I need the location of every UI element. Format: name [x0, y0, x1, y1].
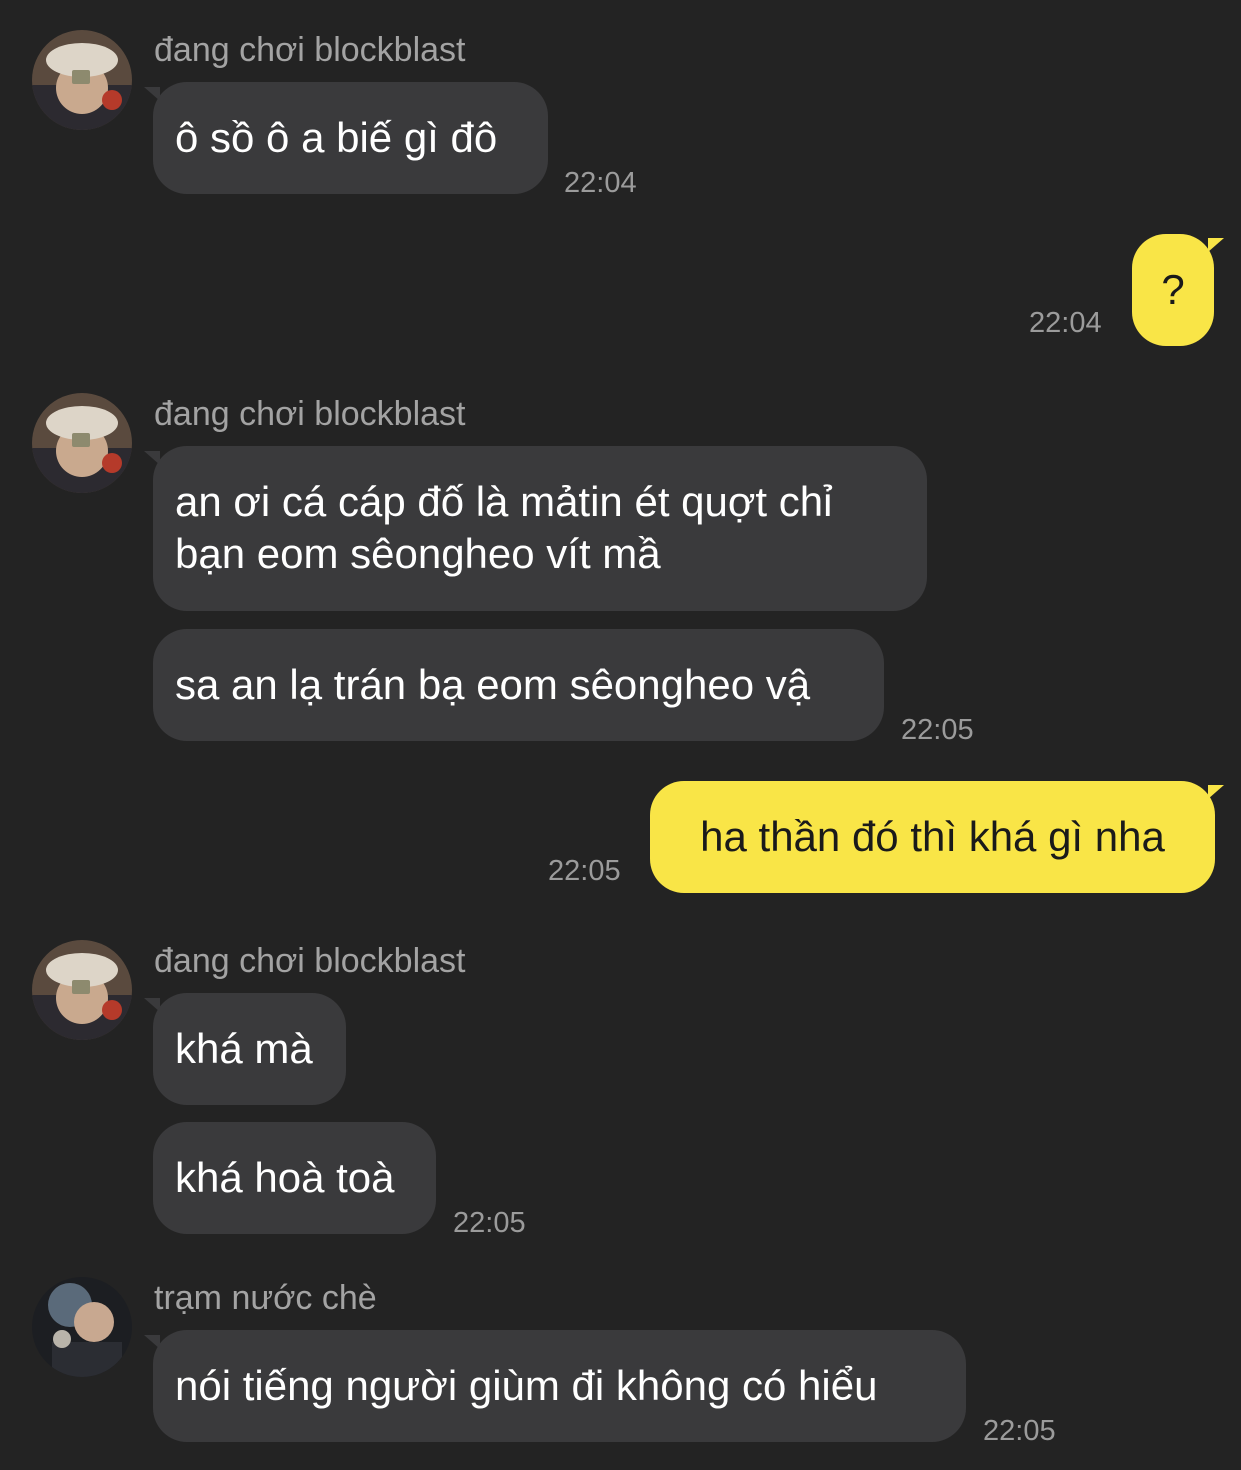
message-bubble[interactable]: ?	[1132, 234, 1214, 346]
user-avatar-cap-icon	[32, 940, 132, 1040]
sender-name: đang chơi blockblast	[154, 942, 466, 980]
bubble-tail	[1208, 238, 1224, 252]
user-avatar-dark-icon	[32, 1277, 132, 1377]
message-bubble[interactable]: ha thần đó thì khá gì nha	[650, 781, 1215, 893]
message-timestamp: 22:04	[564, 167, 637, 199]
user-avatar-cap-icon	[32, 30, 132, 130]
sender-name: trạm nước chè	[154, 1279, 377, 1317]
bubble-tail	[1208, 785, 1224, 799]
sender-avatar-blockblast[interactable]	[32, 940, 132, 1040]
message-timestamp: 22:05	[548, 855, 621, 887]
sender-avatar-tram-nuoc-che[interactable]	[32, 1277, 132, 1377]
message-bubble[interactable]: an ơi cá cáp đố là mảtin ét quợt chỉ bạn…	[153, 446, 927, 611]
message-timestamp: 22:05	[453, 1207, 526, 1239]
message-bubble[interactable]: sa an lạ trán bạ eom sêongheo vậ	[153, 629, 884, 741]
message-timestamp: 22:05	[901, 714, 974, 746]
sender-avatar-blockblast[interactable]	[32, 393, 132, 493]
message-bubble[interactable]: ô sồ ô a biế gì đô	[153, 82, 548, 194]
chat-thread: đang chơi blockblast ô sồ ô a biế gì đô …	[0, 0, 1241, 1470]
sender-name: đang chơi blockblast	[154, 395, 466, 433]
message-bubble[interactable]: khá hoà toà	[153, 1122, 436, 1234]
message-timestamp: 22:04	[1029, 307, 1102, 339]
user-avatar-cap-icon	[32, 393, 132, 493]
sender-name: đang chơi blockblast	[154, 31, 466, 69]
message-timestamp: 22:05	[983, 1415, 1056, 1447]
message-bubble[interactable]: nói tiếng người giùm đi không có hiểu	[153, 1330, 966, 1442]
message-bubble[interactable]: khá mà	[153, 993, 346, 1105]
sender-avatar-blockblast[interactable]	[32, 30, 132, 130]
